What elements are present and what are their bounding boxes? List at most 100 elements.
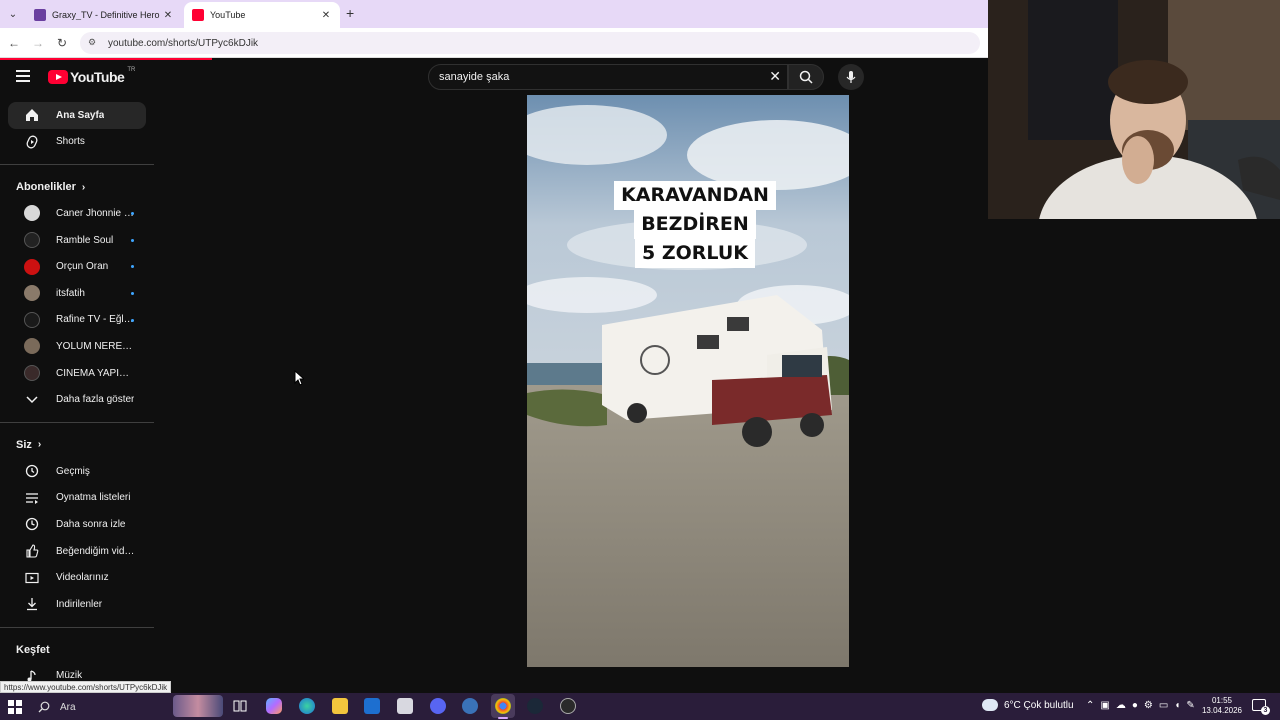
- chevron-right-icon: ›: [81, 181, 86, 193]
- avatar: [24, 205, 40, 222]
- sidebar-subscription[interactable]: Rafine TV - Eğlen...: [8, 307, 146, 334]
- subscriptions-header[interactable]: Abonelikler ›: [0, 174, 154, 200]
- sidebar-item-shorts[interactable]: Shorts: [8, 129, 146, 156]
- webcam-overlay: [988, 0, 1280, 219]
- sidebar-item-label: Geçmiş: [56, 465, 90, 477]
- chevron-right-icon: ›: [37, 439, 42, 451]
- sidebar-item-playlists[interactable]: Oynatma listeleri: [8, 485, 146, 512]
- shorts-icon: [24, 134, 40, 150]
- sidebar-item-downloads[interactable]: İndirilenler: [8, 591, 146, 618]
- sidebar-item-label: Beğendiğim videolar: [56, 545, 136, 557]
- microphone-icon[interactable]: ●: [1132, 700, 1138, 711]
- search-icon: [799, 70, 813, 84]
- file-explorer-icon[interactable]: [332, 698, 348, 714]
- search-value: sanayide şaka: [439, 71, 510, 83]
- close-tab-icon[interactable]: ✕: [320, 10, 332, 21]
- sidebar-item-label: Ana Sayfa: [56, 109, 105, 121]
- mouse-cursor-icon: [294, 370, 304, 386]
- tab-search-icon[interactable]: ⌄: [4, 5, 22, 23]
- short-video-player[interactable]: KARAVANDAN BEZDİREN 5 ZORLUK: [527, 95, 849, 667]
- subscription-label: Caner Jhonnie G...: [56, 207, 136, 219]
- steam-icon[interactable]: [527, 698, 543, 714]
- tab-favicon-icon: [34, 9, 46, 21]
- sidebar-subscription[interactable]: Caner Jhonnie G...: [8, 200, 146, 227]
- sidebar-item-history[interactable]: Geçmiş: [8, 458, 146, 485]
- sidebar-item-your-videos[interactable]: Videolarınız: [8, 564, 146, 591]
- clear-search-icon[interactable]: ✕: [769, 68, 781, 85]
- menu-icon[interactable]: [16, 70, 30, 85]
- url-field[interactable]: ⚙ youtube.com/shorts/UTPyc6kDJik: [80, 32, 980, 54]
- chrome-icon[interactable]: [495, 698, 511, 714]
- tray-app-icon[interactable]: ▣: [1100, 700, 1109, 711]
- sidebar-item-label: Videolarınız: [56, 572, 109, 584]
- sidebar-subscription[interactable]: itsfatih: [8, 280, 146, 307]
- chevron-up-icon[interactable]: ⌃: [1086, 700, 1094, 711]
- weather-widget[interactable]: 6°C Çok bulutlu: [982, 699, 1074, 711]
- cloud-icon: [982, 699, 998, 711]
- taskbar-clock[interactable]: 01:55 13.04.2026: [1200, 696, 1244, 716]
- weather-text: 6°C Çok bulutlu: [1004, 699, 1074, 711]
- pen-icon[interactable]: ✎: [1186, 700, 1194, 711]
- tray-app-icon[interactable]: ☁: [1116, 700, 1126, 711]
- subscription-label: Orçun Oran: [56, 261, 109, 273]
- subscription-label: Ramble Soul: [56, 234, 114, 246]
- search-input[interactable]: sanayide şaka ✕: [428, 64, 788, 90]
- history-icon: [24, 463, 40, 479]
- edge-icon[interactable]: [299, 698, 315, 714]
- search-button[interactable]: [788, 64, 824, 90]
- overlay-line: 5 ZORLUK: [635, 239, 755, 268]
- subscription-label: itsfatih: [56, 287, 85, 299]
- sidebar-item-watch-later[interactable]: Daha sonra izle: [8, 511, 146, 538]
- subscription-label: YOLUM NEREYE & ...: [56, 340, 136, 352]
- you-header[interactable]: Siz ›: [0, 432, 154, 458]
- sidebar-item-home[interactable]: Ana Sayfa: [8, 102, 146, 129]
- chevron-down-icon: [24, 392, 40, 408]
- windows-start-icon[interactable]: [8, 700, 22, 714]
- app-icon[interactable]: [462, 698, 478, 714]
- obs-icon[interactable]: [560, 698, 576, 714]
- show-more-label: Daha fazla göster: [56, 394, 135, 406]
- browser-tab-2[interactable]: YouTube ✕: [184, 2, 340, 28]
- discord-icon[interactable]: [430, 698, 446, 714]
- reload-icon[interactable]: ↻: [54, 35, 70, 51]
- task-view-icon[interactable]: [232, 698, 248, 714]
- taskbar-widget-image[interactable]: [173, 695, 223, 717]
- sidebar-subscription[interactable]: CİNEMA YAPİM🎬: [8, 360, 146, 387]
- tab-title: YouTube: [210, 10, 246, 20]
- show-more-button[interactable]: Daha fazla göster: [8, 386, 146, 413]
- divider: [0, 421, 154, 423]
- sidebar-subscription[interactable]: Orçun Oran: [8, 253, 146, 280]
- sidebar-item-liked-videos[interactable]: Beğendiğim videolar: [8, 538, 146, 565]
- home-icon: [24, 107, 40, 123]
- tray-app-icon[interactable]: ⚙: [1144, 700, 1153, 711]
- voice-search-button[interactable]: [838, 64, 864, 90]
- explore-title: Keşfet: [16, 643, 50, 656]
- sidebar-item-label: İndirilenler: [56, 598, 103, 610]
- like-icon: [24, 543, 40, 559]
- sidebar-item-label: Oynatma listeleri: [56, 492, 131, 504]
- system-tray: ⌃ ▣ ☁ ● ⚙ ▭ ◖ ✎: [1086, 700, 1195, 711]
- youtube-logo[interactable]: YouTube TR: [48, 67, 135, 85]
- youtube-header: YouTube TR sanayide şaka ✕: [0, 60, 988, 94]
- active-app-indicator: [498, 717, 508, 719]
- taskbar-search[interactable]: Ara: [38, 697, 76, 717]
- sidebar-subscription[interactable]: Ramble Soul: [8, 227, 146, 254]
- sidebar: Ana Sayfa Shorts Abonelikler › Caner Jhon…: [0, 102, 154, 690]
- divider: [0, 164, 154, 166]
- forward-icon[interactable]: →: [30, 35, 46, 51]
- browser-tab-1[interactable]: Graxy_TV - Definitive Hero Siege ✕: [26, 2, 182, 28]
- store-icon[interactable]: [397, 698, 413, 714]
- new-content-dot: [131, 265, 134, 269]
- close-tab-icon[interactable]: ✕: [162, 10, 174, 21]
- notification-icon[interactable]: 3: [1252, 699, 1270, 715]
- outlook-icon[interactable]: [364, 698, 380, 714]
- sidebar-subscription[interactable]: YOLUM NEREYE & ...: [8, 333, 146, 360]
- new-tab-icon[interactable]: +: [346, 5, 354, 21]
- copilot-icon[interactable]: [266, 698, 282, 714]
- volume-icon[interactable]: ◖: [1174, 700, 1180, 711]
- site-info-icon[interactable]: ⚙: [88, 37, 100, 49]
- network-icon[interactable]: ▭: [1159, 700, 1168, 711]
- taskbar-search-label: Ara: [60, 701, 76, 713]
- back-icon[interactable]: ←: [6, 35, 22, 51]
- divider: [0, 626, 154, 628]
